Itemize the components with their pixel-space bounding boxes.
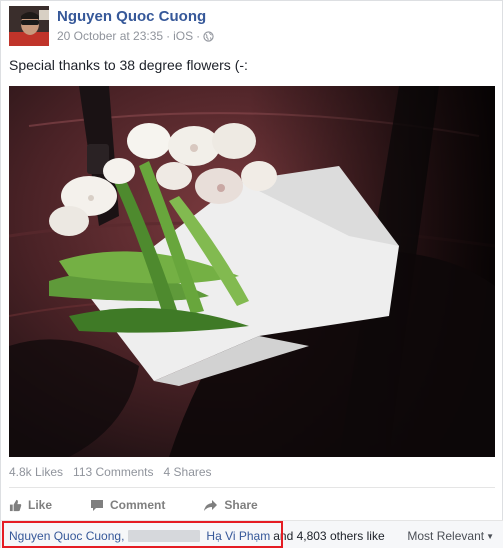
like-button[interactable]: Like bbox=[9, 498, 52, 512]
comment-label: Comment bbox=[110, 498, 166, 512]
share-button[interactable]: Share bbox=[203, 498, 258, 512]
author-name[interactable]: Nguyen Quoc Cuong bbox=[57, 8, 206, 25]
post-platform: iOS bbox=[173, 29, 194, 43]
post-stats: 4.8k Likes 113 Comments 4 Shares bbox=[9, 465, 212, 479]
thumbs-up-icon bbox=[9, 499, 22, 512]
highlight-box bbox=[2, 521, 283, 548]
stats-divider bbox=[9, 487, 495, 488]
caret-down-icon: ▼ bbox=[486, 532, 494, 541]
shares-count[interactable]: 4 Shares bbox=[164, 465, 212, 479]
meta-separator: · bbox=[166, 29, 171, 43]
post-date[interactable]: 20 October at 23:35 bbox=[57, 29, 163, 43]
likes-others-text[interactable]: and 4,803 others like bbox=[273, 529, 384, 543]
like-label: Like bbox=[28, 498, 53, 512]
likes-count[interactable]: 4.8k Likes bbox=[9, 465, 63, 479]
share-label: Share bbox=[224, 498, 258, 512]
share-arrow-icon bbox=[203, 499, 218, 512]
meta-separator-2: · bbox=[196, 29, 201, 43]
post-text: Special thanks to 38 degree flowers (-: bbox=[9, 57, 248, 73]
comments-count[interactable]: 113 Comments bbox=[73, 465, 153, 479]
post-meta: 20 October at 23:35 · iOS · bbox=[57, 29, 214, 43]
comment-button[interactable]: Comment bbox=[90, 498, 165, 512]
post-actions: Like Comment Share bbox=[9, 495, 258, 515]
post-card: Nguyen Quoc Cuong 20 October at 23:35 · … bbox=[0, 0, 503, 548]
author-avatar[interactable] bbox=[9, 6, 49, 46]
post-header: Nguyen Quoc Cuong 20 October at 23:35 · … bbox=[9, 4, 489, 48]
sort-label: Most Relevant bbox=[407, 529, 485, 543]
sort-dropdown[interactable]: Most Relevant ▼ bbox=[407, 529, 494, 543]
globe-icon[interactable] bbox=[203, 30, 214, 42]
comment-icon bbox=[90, 499, 104, 512]
post-photo[interactable] bbox=[9, 86, 495, 457]
